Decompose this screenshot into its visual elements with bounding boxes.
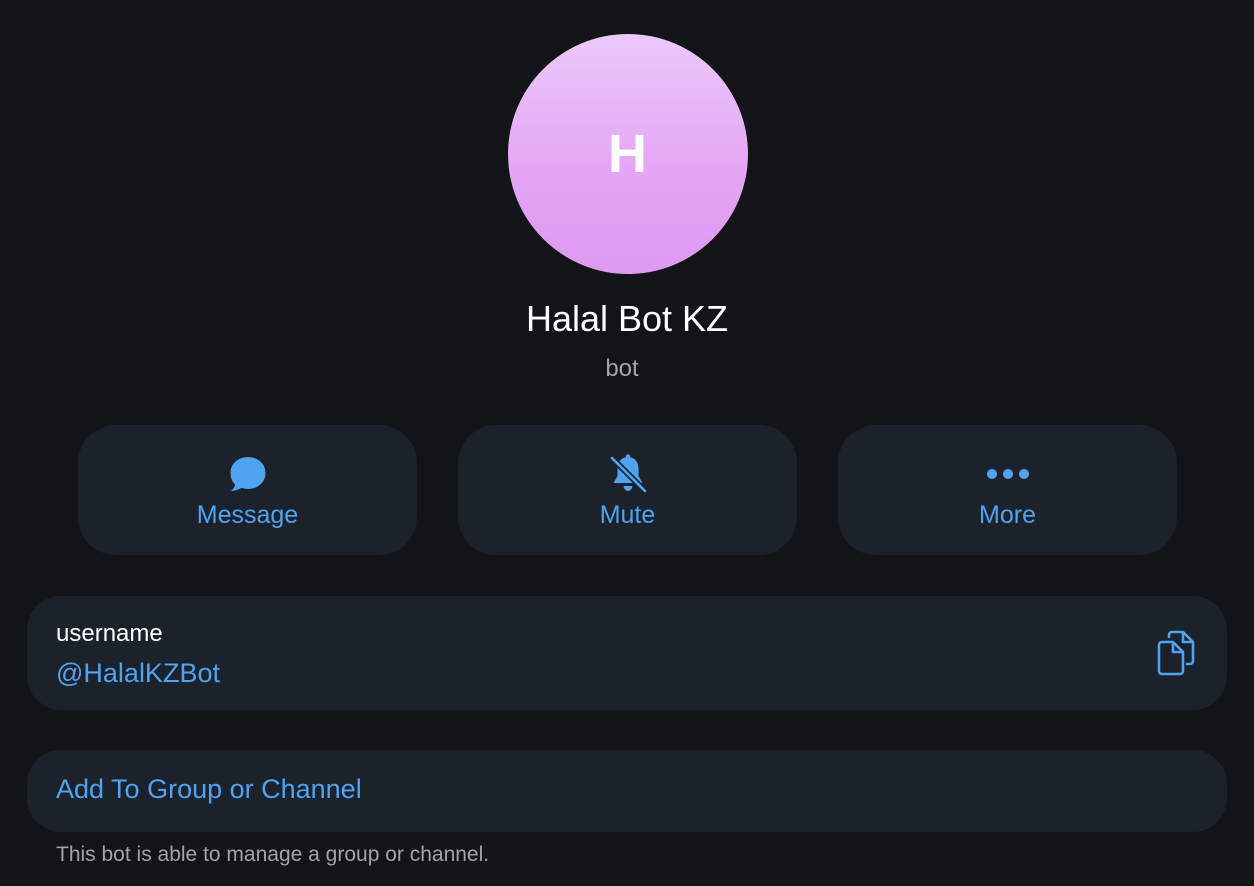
username-value[interactable]: @HalalKZBot: [56, 658, 220, 689]
more-button-label: More: [979, 501, 1036, 529]
mute-button[interactable]: Mute: [458, 425, 797, 555]
more-button[interactable]: More: [838, 425, 1177, 555]
bot-profile-page: H Halal Bot KZ bot Message Mute More use…: [0, 0, 1254, 886]
chat-bubble-icon: [228, 453, 268, 495]
username-label: username: [56, 620, 163, 647]
add-to-group-note: This bot is able to manage a group or ch…: [56, 843, 490, 866]
message-button-label: Message: [196, 501, 299, 529]
mute-button-label: Mute: [599, 501, 656, 529]
add-to-group-label: Add To Group or Channel: [56, 774, 362, 804]
profile-subtitle: bot: [605, 355, 639, 382]
profile-name: Halal Bot KZ: [525, 298, 729, 339]
bell-off-icon: [607, 453, 649, 495]
avatar[interactable]: H: [508, 34, 748, 274]
more-dots-icon: [986, 453, 1030, 495]
username-card[interactable]: username @HalalKZBot: [27, 596, 1227, 710]
add-to-group-button[interactable]: Add To Group or Channel: [27, 750, 1227, 832]
avatar-initial: H: [608, 124, 648, 184]
copy-icon[interactable]: [1155, 630, 1197, 676]
message-button[interactable]: Message: [78, 425, 417, 555]
